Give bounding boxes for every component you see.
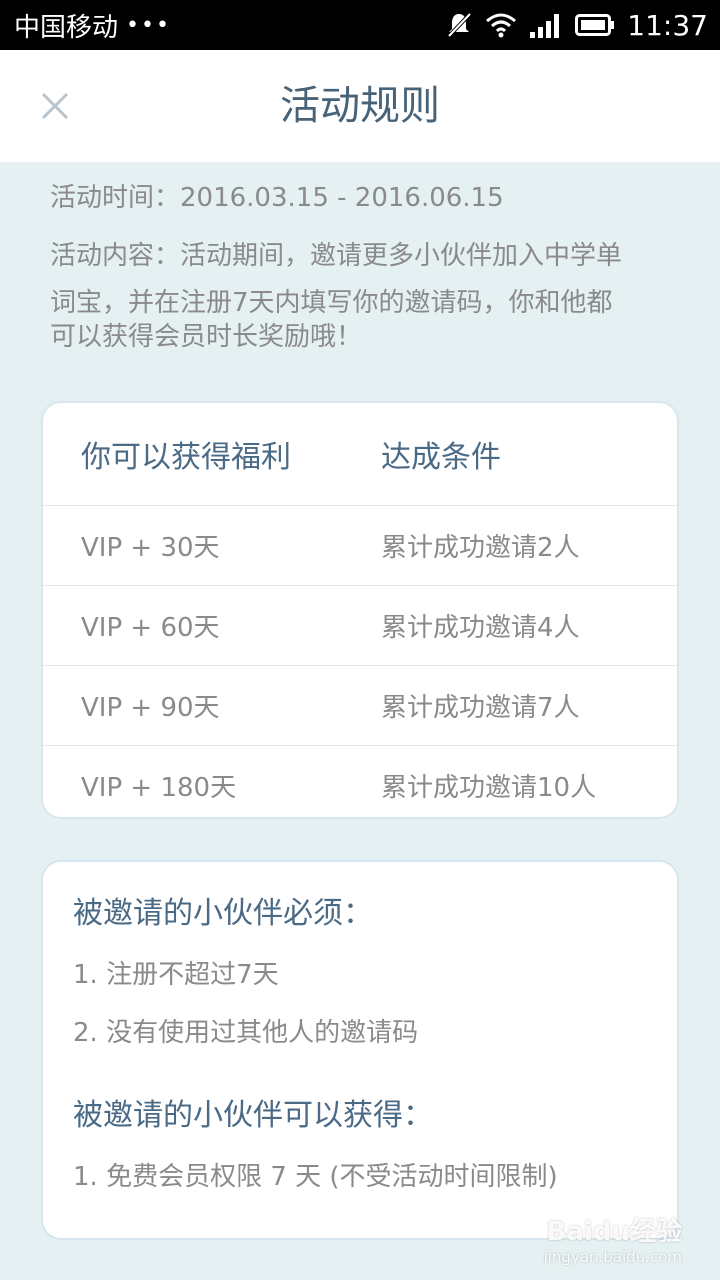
condition-cell: 累计成功邀请10人: [381, 773, 597, 803]
header-condition: 达成条件: [381, 440, 501, 475]
close-icon: [41, 92, 69, 120]
get-heading: 被邀请的小伙伴可以获得：: [73, 1098, 433, 1133]
table-row: VIP + 60天 累计成功邀请4人: [43, 586, 677, 666]
watermark-url: jingyan.baidu.com: [543, 1248, 682, 1266]
signal-icon: [530, 14, 560, 38]
clock-time: 11:37: [627, 8, 708, 42]
wifi-icon: [486, 13, 517, 38]
table-header: 你可以获得福利 达成条件: [43, 403, 677, 506]
header-benefit: 你可以获得福利: [81, 440, 291, 475]
condition-cell: 累计成功邀请2人: [381, 533, 580, 563]
activity-time: 活动时间：2016.03.15 - 2016.06.15: [50, 183, 504, 213]
table-row: VIP + 30天 累计成功邀请2人: [43, 506, 677, 586]
reward-cell: VIP + 60天: [81, 613, 220, 643]
battery-icon: [575, 14, 615, 36]
watermark-logo: Baidu经验: [546, 1217, 682, 1247]
list-item: 2. 没有使用过其他人的邀请码: [73, 1018, 419, 1048]
carrier-label: 中国移动: [14, 12, 119, 43]
reward-cell: VIP + 90天: [81, 693, 220, 723]
status-bar: 中国移动 ••• 11:37: [0, 0, 720, 50]
more-dots-icon: •••: [126, 12, 171, 38]
header-bar: 活动规则: [0, 50, 720, 162]
activity-content-line-1: 活动内容：活动期间，邀请更多小伙伴加入中学单: [50, 241, 623, 271]
rewards-table: 你可以获得福利 达成条件 VIP + 30天 累计成功邀请2人 VIP + 60…: [41, 401, 679, 819]
close-button[interactable]: [38, 89, 72, 123]
list-item: 1. 免费会员权限 7 天 (不受活动时间限制): [73, 1162, 558, 1192]
must-heading: 被邀请的小伙伴必须：: [73, 896, 373, 931]
condition-cell: 累计成功邀请4人: [381, 613, 580, 643]
reward-cell: VIP + 180天: [81, 773, 237, 803]
requirements-card: 被邀请的小伙伴必须： 1. 注册不超过7天 2. 没有使用过其他人的邀请码 被邀…: [41, 860, 679, 1240]
baidu-watermark: Baidu经验 jingyan.baidu.com: [544, 1211, 682, 1266]
activity-content-line-3: 可以获得会员时长奖励哦！: [50, 322, 363, 352]
condition-cell: 累计成功邀请7人: [381, 693, 580, 723]
table-row: VIP + 180天 累计成功邀请10人: [43, 746, 677, 817]
table-row: VIP + 90天 累计成功邀请7人: [43, 666, 677, 746]
reward-cell: VIP + 30天: [81, 533, 220, 563]
mute-icon: [447, 12, 472, 38]
list-item: 1. 注册不超过7天: [73, 960, 279, 990]
page-title: 活动规则: [280, 83, 440, 129]
